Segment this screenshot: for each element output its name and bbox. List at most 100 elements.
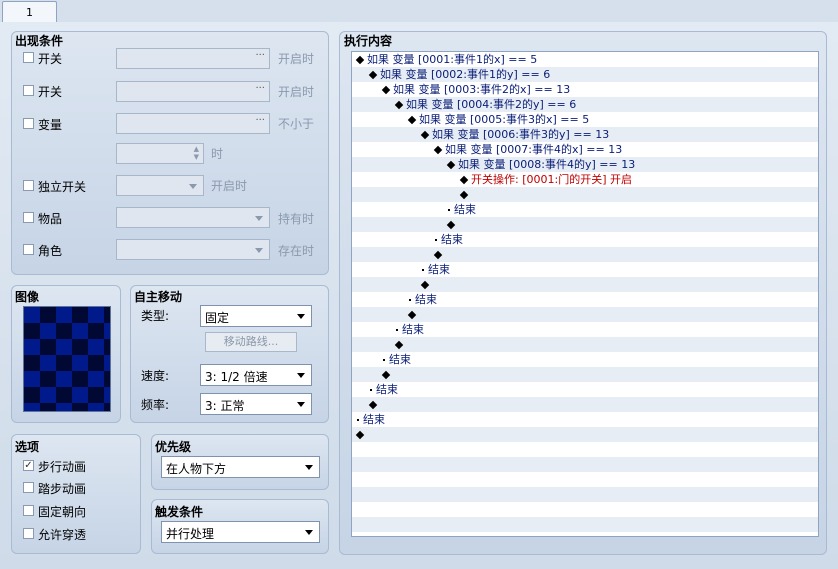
switch1-checkbox[interactable] <box>23 52 34 63</box>
command-line[interactable]: 开关操作: [0001:门的开关] 开启 <box>352 172 818 187</box>
movement-freq-select[interactable]: 3: 正常 <box>200 393 312 415</box>
command-line[interactable]: 如果 变量 [0008:事件4的y] == 13 <box>352 157 818 172</box>
step-anime-checkbox[interactable] <box>23 482 34 493</box>
command-line[interactable]: 结束 <box>352 202 818 217</box>
command-list[interactable]: 如果 变量 [0001:事件1的x] == 5 如果 变量 [0002:事件1的y… <box>351 51 819 537</box>
command-line[interactable]: 结束 <box>352 382 818 397</box>
item-label: 物品 <box>38 212 63 226</box>
command-line[interactable]: 如果 变量 [0001:事件1的x] == 5 <box>352 52 818 67</box>
dot-marker-icon <box>448 209 450 211</box>
step-anime-label: 踏步动画 <box>38 482 87 496</box>
ellipsis-icon: ··· <box>255 115 265 126</box>
chevron-down-icon <box>305 530 313 535</box>
movement-speed-value: 3: 1/2 倍速 <box>205 370 268 384</box>
switch2-field[interactable]: ··· <box>116 81 270 102</box>
movement-type-label: 类型: <box>141 309 170 323</box>
tab-strip <box>0 0 838 23</box>
trigger-title: 触发条件 <box>155 505 204 519</box>
command-text: 结束 <box>363 413 385 426</box>
actor-checkbox[interactable] <box>23 244 34 255</box>
priority-select[interactable]: 在人物下方 <box>161 456 320 478</box>
actor-select[interactable] <box>116 239 270 260</box>
command-line[interactable] <box>352 277 818 292</box>
command-line[interactable]: 结束 <box>352 412 818 427</box>
switch1-field[interactable]: ··· <box>116 48 270 69</box>
command-line[interactable] <box>352 397 818 412</box>
walk-anime-label: 步行动画 <box>38 460 87 474</box>
self-switch-hint: 开启时 <box>211 179 248 193</box>
command-line[interactable]: 结束 <box>352 232 818 247</box>
command-line[interactable]: 如果 变量 [0004:事件2的y] == 6 <box>352 97 818 112</box>
command-text: 结束 <box>454 203 476 216</box>
movement-type-select[interactable]: 固定 <box>200 305 312 327</box>
variable-field[interactable]: ··· <box>116 113 270 134</box>
dot-marker-icon <box>435 239 437 241</box>
trigger-select[interactable]: 并行处理 <box>161 521 320 543</box>
diamond-marker-icon <box>381 370 391 380</box>
command-line[interactable]: 结束 <box>352 262 818 277</box>
walk-anime-checkbox[interactable]: ✓ <box>23 460 34 471</box>
dot-marker-icon <box>409 299 411 301</box>
ellipsis-icon: ··· <box>255 83 265 94</box>
diamond-marker-icon <box>446 220 456 230</box>
commands-title: 执行内容 <box>344 34 393 48</box>
self-switch-label: 独立开关 <box>38 180 87 194</box>
command-line[interactable]: 如果 变量 [0006:事件3的y] == 13 <box>352 127 818 142</box>
command-text: 如果 变量 [0002:事件1的y] == 6 <box>380 68 551 81</box>
command-line[interactable]: 如果 变量 [0007:事件4的x] == 13 <box>352 142 818 157</box>
item-checkbox[interactable] <box>23 212 34 223</box>
movement-freq-value: 3: 正常 <box>205 399 245 413</box>
move-route-button[interactable]: 移动路线... <box>205 332 297 352</box>
movement-freq-label: 频率: <box>141 398 170 412</box>
command-text: 如果 变量 [0005:事件3的x] == 5 <box>419 113 590 126</box>
command-line[interactable] <box>352 247 818 262</box>
direction-fix-label: 固定朝向 <box>38 505 87 519</box>
chevron-down-icon <box>297 314 305 319</box>
variable-label: 变量 <box>38 118 63 132</box>
dot-marker-icon <box>357 419 359 421</box>
diamond-marker-icon <box>446 160 456 170</box>
command-line[interactable]: 如果 变量 [0003:事件2的x] == 13 <box>352 82 818 97</box>
chevron-down-icon <box>297 373 305 378</box>
command-text: 如果 变量 [0008:事件4的y] == 13 <box>458 158 636 171</box>
movement-speed-select[interactable]: 3: 1/2 倍速 <box>200 364 312 386</box>
diamond-marker-icon <box>368 400 378 410</box>
command-line[interactable]: 结束 <box>352 322 818 337</box>
self-switch-checkbox[interactable] <box>23 180 34 191</box>
switch1-label: 开关 <box>38 52 63 66</box>
item-select[interactable] <box>116 207 270 228</box>
direction-fix-checkbox[interactable] <box>23 505 34 516</box>
command-text: 如果 变量 [0004:事件2的y] == 6 <box>406 98 577 111</box>
diamond-marker-icon <box>420 280 430 290</box>
command-line[interactable] <box>352 337 818 352</box>
command-line[interactable] <box>352 307 818 322</box>
switch1-hint: 开启时 <box>278 52 315 66</box>
diamond-marker-icon <box>368 70 378 80</box>
variable-checkbox[interactable] <box>23 118 34 129</box>
variable-value-hint: 时 <box>211 147 224 161</box>
command-line[interactable]: 结束 <box>352 292 818 307</box>
event-graphic-preview[interactable] <box>23 306 111 412</box>
through-checkbox[interactable] <box>23 528 34 539</box>
variable-value-spinner[interactable]: ▲ ▼ <box>116 143 204 164</box>
command-line[interactable] <box>352 217 818 232</box>
diamond-marker-icon <box>394 100 404 110</box>
switch2-checkbox[interactable] <box>23 85 34 96</box>
diamond-marker-icon <box>433 145 443 155</box>
command-line[interactable] <box>352 187 818 202</box>
spinner-arrows-icon: ▲ ▼ <box>193 145 199 161</box>
command-text: 如果 变量 [0006:事件3的y] == 13 <box>432 128 610 141</box>
command-line[interactable]: 结束 <box>352 352 818 367</box>
trigger-value: 并行处理 <box>166 527 215 541</box>
command-line[interactable] <box>352 427 818 442</box>
self-switch-select[interactable] <box>116 175 204 196</box>
image-title: 图像 <box>15 290 40 304</box>
switch2-hint: 开启时 <box>278 85 315 99</box>
actor-hint: 存在时 <box>278 244 315 258</box>
command-line[interactable]: 如果 变量 [0002:事件1的y] == 6 <box>352 67 818 82</box>
diamond-marker-icon <box>381 85 391 95</box>
command-line[interactable]: 如果 变量 [0005:事件3的x] == 5 <box>352 112 818 127</box>
command-line[interactable] <box>352 367 818 382</box>
command-text: 开关操作: [0001:门的开关] 开启 <box>471 173 632 186</box>
tab-page-1[interactable]: 1 <box>2 1 57 23</box>
